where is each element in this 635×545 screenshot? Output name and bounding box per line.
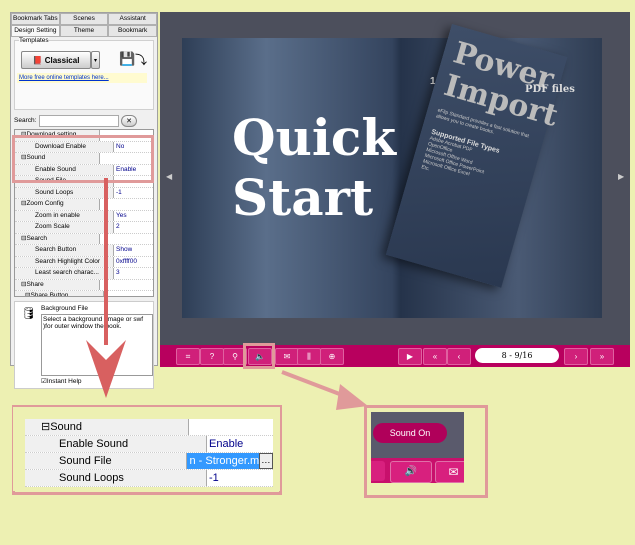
- toolbar-zoom: 🔊 ✉: [371, 458, 464, 483]
- property-name: Sound File: [25, 453, 188, 469]
- sound-file-input[interactable]: n - Stronger.mp3: [187, 453, 259, 469]
- property-name: Enable Sound: [25, 436, 207, 452]
- sound-button-zoomed[interactable]: 🔊: [390, 461, 432, 483]
- property-row[interactable]: Enable Sound Enable: [25, 436, 273, 453]
- sound-zoom-detail: ⊟Sound Enable Sound Enable Sound File n - St…: [13, 407, 280, 491]
- speaker-icon: 🔊: [404, 466, 418, 477]
- property-value[interactable]: -1: [207, 470, 219, 486]
- browse-button[interactable]: ⋯: [258, 453, 273, 469]
- down-arrow-head: [86, 340, 126, 398]
- property-value[interactable]: [189, 419, 191, 435]
- property-row[interactable]: ⊟Sound: [25, 419, 273, 436]
- property-name: Sound Loops: [25, 470, 207, 486]
- property-name: ⊟Sound: [25, 419, 189, 435]
- property-row[interactable]: Sound Filen - Stronger.mp3⋯: [25, 453, 273, 470]
- property-value[interactable]: Enable: [207, 436, 243, 452]
- previous-button-zoomed[interactable]: [371, 461, 385, 481]
- property-row[interactable]: Sound Loops -1: [25, 470, 273, 487]
- sound-on-zoom-detail: Sound On 🔊 ✉: [371, 412, 464, 483]
- right-heading: PDF files: [525, 84, 575, 95]
- email-button-zoomed[interactable]: ✉: [435, 461, 464, 483]
- sound-on-tooltip: Sound On: [373, 423, 447, 443]
